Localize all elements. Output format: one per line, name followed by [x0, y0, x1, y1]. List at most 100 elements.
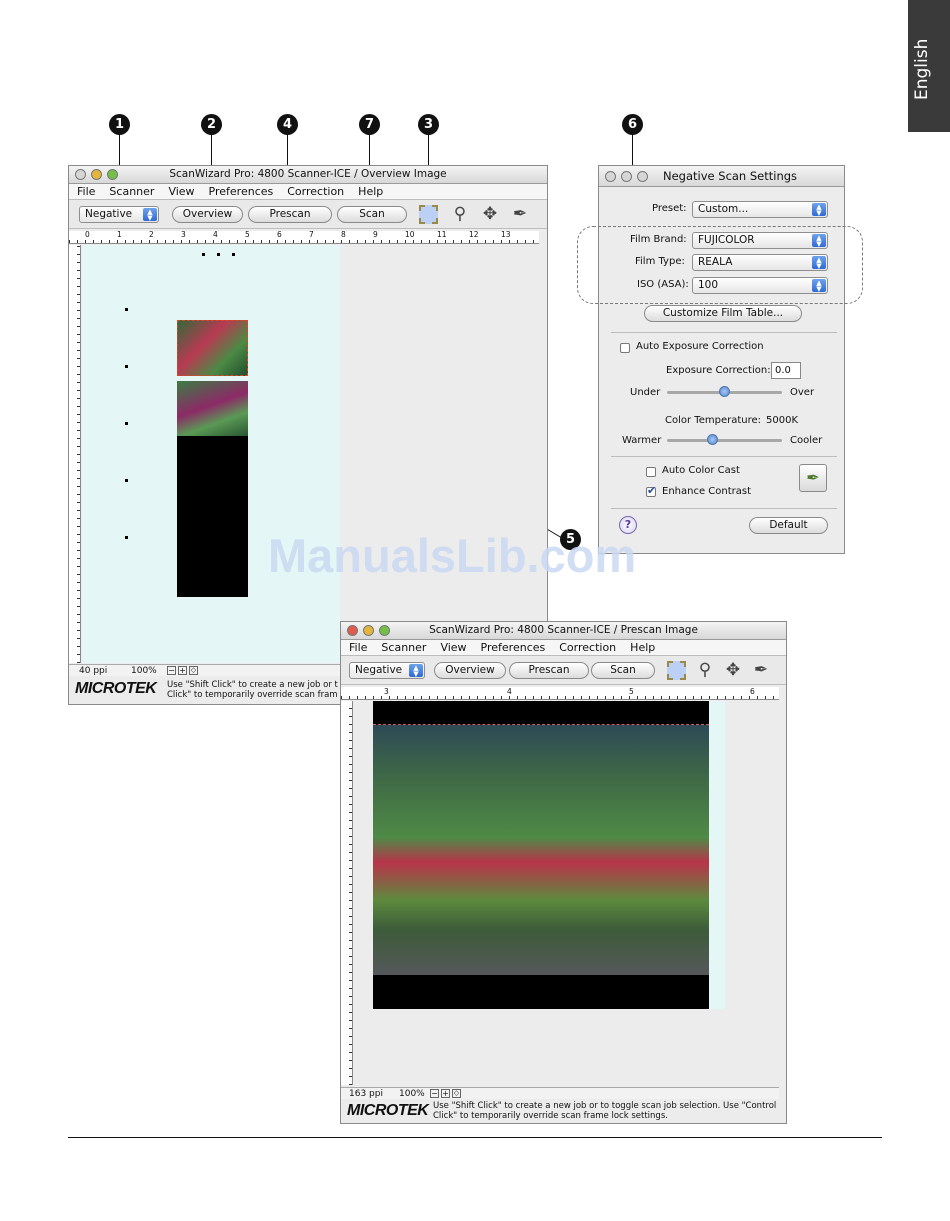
auto-color-cast-checkbox[interactable] [646, 467, 656, 477]
film-frame-2[interactable] [177, 381, 248, 436]
overview-titlebar[interactable]: ScanWizard Pro: 4800 Scanner-ICE / Overv… [69, 166, 547, 184]
exposure-slider-thumb[interactable] [718, 386, 730, 397]
color-temperature-slider-thumb[interactable] [707, 434, 718, 445]
window-controls [605, 171, 648, 182]
zoom-button[interactable] [379, 625, 390, 636]
ruler-label: 6 [277, 230, 282, 239]
frame-marker [125, 422, 128, 425]
prescan-button[interactable]: Prescan [509, 662, 589, 679]
menu-file[interactable]: File [77, 184, 95, 199]
menu-preferences[interactable]: Preferences [209, 184, 274, 199]
close-button[interactable] [75, 169, 86, 180]
scan-button[interactable]: Scan [591, 662, 655, 679]
frame-marker [125, 479, 128, 482]
prescan-titlebar[interactable]: ScanWizard Pro: 4800 Scanner-ICE / Presc… [341, 622, 786, 640]
ruler-label: 1 [117, 230, 122, 239]
close-button[interactable] [605, 171, 616, 182]
overview-button[interactable]: Overview [172, 206, 243, 223]
ruler-label: 6 [750, 687, 755, 696]
eyedropper-icon[interactable]: ✒ [750, 659, 772, 681]
zoom-out-button[interactable]: − [167, 666, 176, 675]
scan-mode-select[interactable]: Negative ▲ ▼ [79, 206, 159, 223]
prescan-image-frame[interactable] [373, 701, 709, 1009]
footer-rule [68, 1137, 882, 1138]
window-controls [75, 169, 118, 180]
move-icon[interactable]: ✥ [479, 203, 501, 225]
menu-scanner[interactable]: Scanner [381, 640, 426, 655]
ruler-label: 0 [85, 230, 90, 239]
zoom-in-button[interactable]: + [441, 1089, 450, 1098]
color-temperature-label: Color Temperature: [665, 415, 762, 426]
callout-4: 4 [277, 114, 298, 135]
overview-menubar: File Scanner View Preferences Correction… [69, 184, 547, 200]
settings-titlebar[interactable]: Negative Scan Settings [599, 166, 844, 187]
minimize-button[interactable] [91, 169, 102, 180]
zoom-out-button[interactable]: − [430, 1089, 439, 1098]
scan-frame-tool-icon[interactable] [419, 205, 438, 224]
frame-marker [232, 253, 235, 256]
ruler-label: 5 [629, 687, 634, 696]
ruler-label: 3 [181, 230, 186, 239]
magnifier-icon[interactable]: ⚲ [449, 203, 471, 225]
ruler-label: 11 [437, 230, 447, 239]
menu-scanner[interactable]: Scanner [109, 184, 154, 199]
customize-film-table-button[interactable]: Customize Film Table... [644, 305, 802, 322]
preset-label: Preset: [652, 203, 687, 214]
default-button[interactable]: Default [749, 517, 828, 534]
overview-button[interactable]: Overview [434, 662, 506, 679]
menu-correction[interactable]: Correction [559, 640, 616, 655]
prescan-button[interactable]: Prescan [248, 206, 332, 223]
vertical-ruler [341, 701, 353, 1085]
move-icon[interactable]: ✥ [722, 659, 744, 681]
scan-frame-tool-icon[interactable] [667, 661, 686, 680]
close-button[interactable] [347, 625, 358, 636]
eyedropper-color-icon[interactable]: ✒ [799, 464, 827, 492]
enhance-contrast-checkbox[interactable] [646, 484, 656, 497]
horizontal-ruler: 3 4 5 6 [341, 687, 779, 700]
menu-help[interactable]: Help [630, 640, 655, 655]
menu-view[interactable]: View [168, 184, 194, 199]
zoom-fit-button[interactable]: ◇ [189, 666, 198, 675]
menu-preferences[interactable]: Preferences [481, 640, 546, 655]
frame-marker [217, 253, 220, 256]
divider [611, 508, 837, 509]
eyedropper-icon[interactable]: ✒ [509, 203, 531, 225]
horizontal-ruler: 0 1 2 3 4 5 6 7 8 9 10 11 12 13 [69, 231, 539, 244]
ruler-label: 10 [405, 230, 415, 239]
zoom-button[interactable] [637, 171, 648, 182]
auto-exposure-checkbox[interactable] [620, 343, 630, 353]
ruler-label: 3 [384, 687, 389, 696]
frame-marker [125, 536, 128, 539]
exposure-correction-input[interactable]: 0.0 [771, 362, 801, 379]
preset-value: Custom... [698, 203, 749, 215]
scan-frame-border [373, 724, 709, 725]
film-frame-empty [177, 436, 248, 597]
menu-correction[interactable]: Correction [287, 184, 344, 199]
magnifier-icon[interactable]: ⚲ [694, 659, 716, 681]
preset-select[interactable]: Custom... ▲ ▼ [692, 201, 828, 218]
scan-button[interactable]: Scan [337, 206, 407, 223]
ruler-label: 8 [341, 230, 346, 239]
vertical-ruler [69, 245, 81, 663]
film-settings-highlight [577, 226, 863, 304]
ruler-label: 9 [373, 230, 378, 239]
resolution-readout: 40 ppi [79, 666, 108, 676]
minimize-button[interactable] [363, 625, 374, 636]
scan-mode-select[interactable]: Negative ▲ ▼ [349, 662, 425, 679]
menu-file[interactable]: File [349, 640, 367, 655]
callout-3: 3 [418, 114, 439, 135]
hint-line-1: Use "Shift Click" to create a new job or… [167, 680, 338, 690]
divider [611, 456, 837, 457]
color-temperature-slider-track[interactable] [667, 439, 782, 442]
zoom-button[interactable] [107, 169, 118, 180]
menu-view[interactable]: View [440, 640, 466, 655]
selected-scan-frame[interactable] [177, 320, 248, 376]
warmer-label: Warmer [622, 435, 662, 446]
scan-mode-value: Negative [355, 664, 403, 676]
menu-help[interactable]: Help [358, 184, 383, 199]
minimize-button[interactable] [621, 171, 632, 182]
prescan-toolbar: Negative ▲ ▼ Overview Prescan Scan ⚲ ✥ ✒ [341, 656, 786, 685]
zoom-in-button[interactable]: + [178, 666, 187, 675]
zoom-fit-button[interactable]: ◇ [452, 1089, 461, 1098]
negative-scan-settings-dialog: Negative Scan Settings Preset: Custom...… [598, 165, 845, 554]
